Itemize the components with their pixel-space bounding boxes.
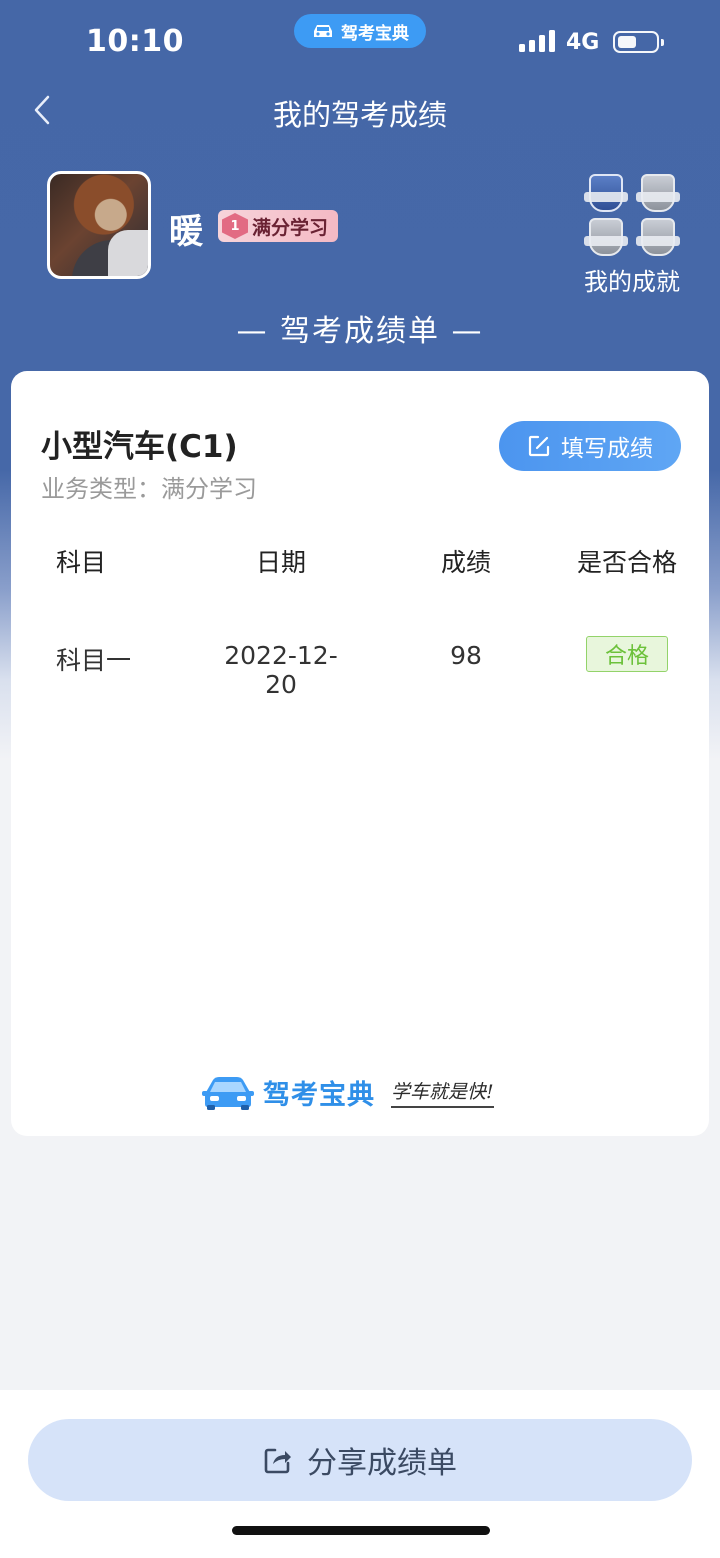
share-report-button[interactable]: 分享成绩单 xyxy=(28,1419,692,1501)
network-label: 4G xyxy=(566,30,600,55)
pass-status-badge: 合格 xyxy=(586,636,668,672)
brand-name: 驾考宝典 xyxy=(263,1079,375,1111)
share-report-label: 分享成绩单 xyxy=(307,1446,457,1481)
avatar[interactable] xyxy=(47,171,151,279)
row-date: 2022-12-20 xyxy=(224,641,338,699)
column-header-date: 日期 xyxy=(255,548,306,577)
score-card: 小型汽车(C1) 业务类型：满分学习 填写成绩 科目 日期 成绩 是否合格 科目… xyxy=(11,371,709,1136)
home-indicator[interactable] xyxy=(232,1526,490,1535)
achievements-label: 我的成就 xyxy=(584,268,680,296)
car-logo-icon xyxy=(202,1077,254,1110)
achievement-medals xyxy=(584,174,680,258)
business-type: 业务类型：满分学习 xyxy=(41,475,257,503)
brand-footer: 驾考宝典 学车就是快! xyxy=(201,1069,494,1115)
username: 暖 xyxy=(169,212,203,252)
battery-icon xyxy=(613,31,664,53)
plan-badge-label: 满分学习 xyxy=(252,216,329,239)
status-bar: 10:10 驾考宝典 4G xyxy=(0,0,720,84)
medal-icon xyxy=(636,218,680,258)
plan-badge[interactable]: 1 满分学习 xyxy=(218,210,339,242)
page-title: 我的驾考成绩 xyxy=(272,98,447,132)
column-header-score: 成绩 xyxy=(440,548,491,577)
column-header-subject: 科目 xyxy=(56,548,107,577)
achievements-button[interactable]: 我的成就 xyxy=(578,172,686,296)
app-pill-label: 驾考宝典 xyxy=(341,23,409,44)
level-hex-icon: 1 xyxy=(222,213,248,239)
share-icon xyxy=(264,1448,291,1474)
section-title: — 驾考成绩单 — xyxy=(236,314,484,349)
fill-score-label: 填写成绩 xyxy=(561,436,653,462)
app-indicator-pill[interactable]: 驾考宝典 xyxy=(294,14,426,48)
edit-icon xyxy=(528,435,550,457)
car-icon xyxy=(314,25,332,37)
column-header-status: 是否合格 xyxy=(576,548,677,577)
brand-slogan: 学车就是快! xyxy=(391,1077,494,1108)
row-subject: 科目一 xyxy=(56,646,132,675)
row-score: 98 xyxy=(450,641,482,670)
medal-icon xyxy=(636,174,680,214)
bottom-bar: 分享成绩单 xyxy=(0,1390,720,1558)
vehicle-type: 小型汽车(C1) xyxy=(41,429,238,465)
signal-icon xyxy=(519,30,555,52)
status-time: 10:10 xyxy=(86,24,184,59)
medal-icon xyxy=(584,218,628,258)
fill-score-button[interactable]: 填写成绩 xyxy=(499,421,681,471)
medal-icon xyxy=(584,174,628,214)
